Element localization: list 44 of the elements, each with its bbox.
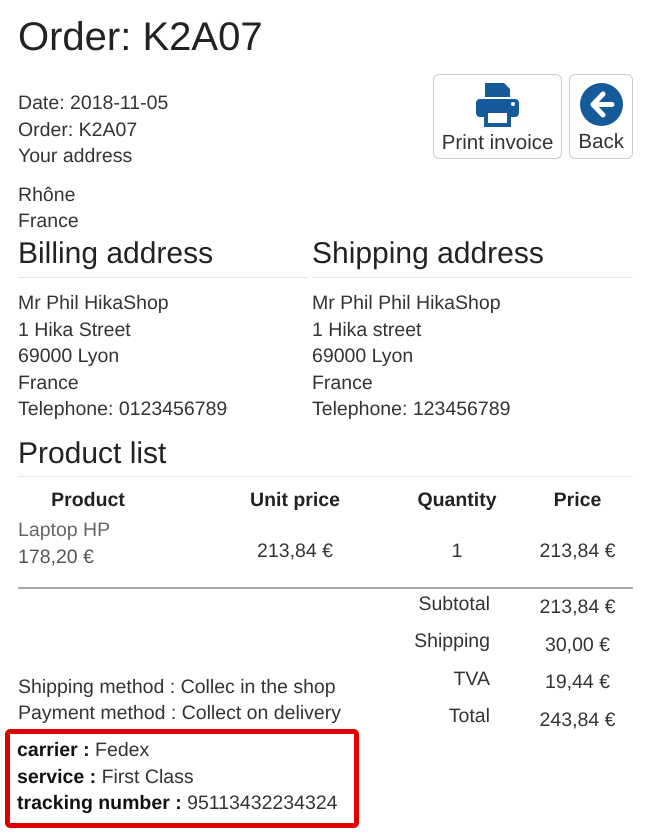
column-header: Quantity	[417, 488, 497, 513]
total-label: Subtotal	[418, 592, 490, 616]
address-line: 1 Hika street	[312, 318, 422, 342]
total-value: 213,84 €	[540, 595, 616, 620]
address-line: 69000 Lyon	[18, 344, 120, 369]
page-title: Order: K2A07	[18, 14, 263, 61]
address-line: Telephone: 0123456789	[18, 397, 228, 422]
payment-method-text: Payment method : Collect on delivery	[18, 701, 341, 726]
address-line: Rhône	[18, 182, 76, 208]
total-label: Total	[448, 704, 490, 730]
total-value: 243,84 €	[540, 708, 616, 733]
column-header: Price	[554, 488, 602, 513]
back-button[interactable]: Back	[569, 74, 633, 159]
address-line: 1 Hika Street	[18, 318, 131, 342]
billing-address-heading: Billing address	[18, 236, 214, 272]
address-line: France	[18, 370, 79, 396]
line-total-value: 213,84 €	[540, 539, 616, 564]
address-line: Mr Phil Phil HikaShop	[312, 291, 501, 316]
address-line: Mr Phil HikaShop	[18, 291, 169, 316]
address-line: France	[18, 209, 79, 234]
address-label: Your address	[18, 144, 132, 169]
total-label: TVA	[454, 666, 490, 692]
printer-icon	[476, 83, 520, 127]
order-number-text: Order: K2A07	[18, 118, 138, 142]
column-header: Product	[51, 488, 125, 513]
address-line: France	[312, 370, 373, 396]
total-value: 19,44 €	[544, 670, 610, 696]
column-header: Unit price	[250, 488, 340, 513]
product-price: 178,20 €	[18, 544, 94, 570]
quantity-value: 1	[452, 539, 462, 564]
total-value: 30,00 €	[544, 632, 610, 658]
address-line: 69000 Lyon	[312, 344, 414, 369]
tracking-info-text: service : First Class	[17, 764, 194, 790]
tracking-info-text: tracking number : 95113432234324	[17, 791, 338, 816]
address-line: Telephone: 123456789	[312, 397, 510, 422]
product-name: Laptop HP	[18, 518, 110, 542]
product-list-heading: Product list	[18, 436, 166, 472]
unit-price-value: 213,84 €	[257, 539, 333, 564]
tracking-info-text: carrier : Fedex	[17, 738, 150, 763]
print-invoice-button[interactable]: Print invoice	[432, 74, 562, 159]
total-label: Shipping	[414, 629, 490, 654]
order-date-text: Date: 2018-11-05	[18, 91, 168, 116]
shipping-address-heading: Shipping address	[312, 236, 544, 272]
shipping-method-text: Shipping method : Collec in the shop	[18, 674, 336, 700]
